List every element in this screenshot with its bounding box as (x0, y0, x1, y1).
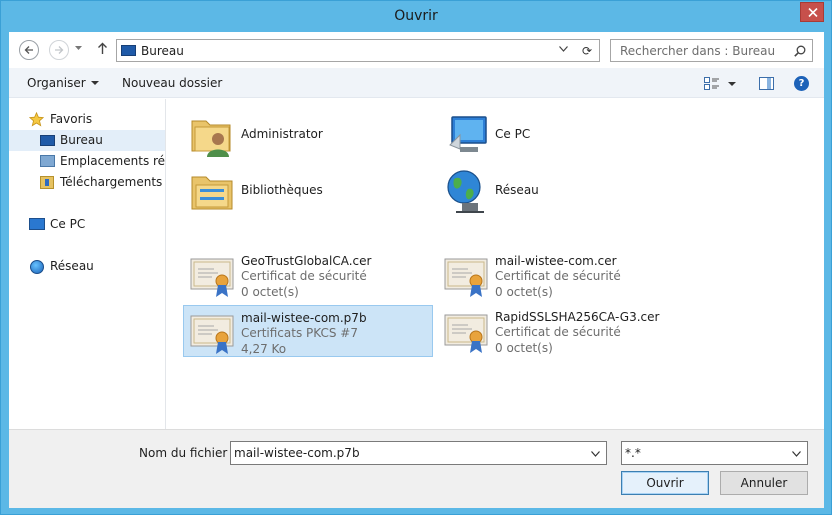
open-file-dialog: Ouvrir Bureau ⟳ Rechercher dans : Bureau (0, 0, 832, 515)
certificate-icon (444, 314, 488, 353)
up-arrow-icon[interactable] (97, 42, 108, 55)
list-item[interactable]: Ce PC (438, 109, 688, 161)
navigation-pane: Favoris Bureau Emplacements récents Télé… (9, 99, 166, 429)
file-size: 0 octet(s) (495, 285, 553, 299)
list-item[interactable]: mail-wistee-com.cer Certificat de sécuri… (438, 249, 688, 301)
dialog-body: Bureau ⟳ Rechercher dans : Bureau Organi… (9, 32, 824, 508)
user-folder-icon (191, 120, 231, 157)
file-list: Administrator Ce PC Bibliothèques Réseau… (167, 99, 824, 429)
sidebar-item-label: Ce PC (50, 217, 86, 231)
organiser-menu[interactable]: Organiser (27, 76, 99, 90)
file-type: Certificat de sécurité (241, 269, 367, 283)
refresh-icon[interactable]: ⟳ (582, 44, 592, 58)
list-item[interactable]: RapidSSLSHA256CA-G3.cer Certificat de sé… (438, 305, 688, 357)
sidebar-item-ce-pc[interactable]: Ce PC (9, 214, 165, 235)
address-row: Bureau ⟳ Rechercher dans : Bureau (9, 32, 824, 68)
file-name: Ce PC (495, 127, 531, 141)
sidebar-item-reseau[interactable]: Réseau (9, 256, 165, 277)
certificate-icon (444, 258, 488, 297)
back-button[interactable] (19, 40, 39, 60)
desktop-icon (121, 45, 136, 56)
title-bar[interactable]: Ouvrir (1, 1, 831, 32)
computer-icon (449, 116, 487, 152)
filename-value: mail-wistee-com.p7b (234, 446, 360, 460)
window-title: Ouvrir (394, 8, 438, 24)
file-name: Réseau (495, 183, 539, 197)
sidebar-item-label: Bureau (60, 133, 103, 147)
address-location: Bureau (141, 44, 184, 58)
file-name: Administrator (241, 127, 323, 141)
list-item-selected[interactable]: mail-wistee-com.p7b Certificats PKCS #7 … (183, 305, 433, 357)
sidebar-item-label: Réseau (50, 259, 94, 273)
file-size: 4,27 Ko (241, 342, 287, 356)
file-name: Bibliothèques (241, 183, 323, 197)
cancel-button[interactable]: Annuler (720, 471, 808, 495)
list-item[interactable]: Administrator (184, 109, 434, 161)
libraries-icon (191, 176, 233, 210)
chevron-down-icon[interactable] (591, 451, 600, 457)
filetype-value: *.* (625, 446, 641, 460)
filename-field[interactable]: mail-wistee-com.p7b (230, 441, 607, 465)
network-icon (30, 260, 44, 274)
sidebar-item-emplacements-recents[interactable]: Emplacements récents (9, 151, 166, 172)
forward-button[interactable] (49, 40, 69, 60)
view-menu-chevron-icon[interactable] (728, 82, 736, 86)
file-type: Certificats PKCS #7 (241, 326, 358, 340)
recent-locations-chevron-icon[interactable] (75, 46, 82, 51)
file-name: RapidSSLSHA256CA-G3.cer (495, 310, 660, 324)
desktop-icon (40, 135, 55, 146)
file-type: Certificat de sécurité (495, 269, 621, 283)
sidebar-item-bureau[interactable]: Bureau (9, 130, 165, 151)
help-icon[interactable]: ? (794, 76, 809, 91)
sidebar-item-telechargements[interactable]: Téléchargements (9, 172, 165, 193)
chevron-down-icon (792, 451, 801, 457)
network-globe-icon (447, 170, 484, 213)
star-icon (29, 112, 44, 127)
close-icon (808, 8, 818, 17)
sidebar-item-label: Emplacements récents (60, 154, 166, 168)
view-options-icon[interactable] (704, 77, 720, 90)
list-item[interactable]: GeoTrustGlobalCA.cer Certificat de sécur… (184, 249, 434, 301)
sidebar-item-label: Téléchargements (60, 175, 163, 189)
chevron-down-icon (90, 81, 99, 85)
sidebar-item-label: Favoris (50, 112, 93, 126)
open-button[interactable]: Ouvrir (621, 471, 709, 495)
computer-icon (29, 218, 45, 230)
file-name: mail-wistee-com.p7b (241, 311, 367, 325)
file-size: 0 octet(s) (495, 341, 553, 355)
arrow-right-icon (55, 46, 64, 54)
search-icon[interactable] (794, 45, 806, 57)
search-input[interactable]: Rechercher dans : Bureau (610, 39, 813, 62)
file-type: Certificat de sécurité (495, 325, 621, 339)
file-size: 0 octet(s) (241, 285, 299, 299)
preview-pane-icon[interactable] (759, 77, 774, 90)
certificate-icon (190, 258, 234, 297)
recent-places-icon (40, 155, 55, 167)
close-button[interactable] (800, 2, 824, 22)
arrow-left-icon (24, 46, 33, 54)
filetype-select[interactable]: *.* (621, 441, 808, 465)
file-name: mail-wistee-com.cer (495, 254, 617, 268)
address-bar[interactable]: Bureau ⟳ (116, 39, 600, 62)
command-bar: Organiser Nouveau dossier ? (9, 68, 824, 98)
sidebar-item-favoris[interactable]: Favoris (9, 109, 165, 130)
dialog-footer: Nom du fichier : mail-wistee-com.p7b *.*… (9, 429, 824, 508)
organiser-label: Organiser (27, 76, 86, 90)
certificate-icon (190, 315, 234, 354)
list-item[interactable]: Réseau (438, 165, 688, 217)
file-name: GeoTrustGlobalCA.cer (241, 254, 372, 268)
list-item[interactable]: Bibliothèques (184, 165, 434, 217)
search-placeholder: Rechercher dans : Bureau (620, 44, 776, 58)
filename-label: Nom du fichier : (139, 446, 236, 460)
downloads-icon (40, 176, 54, 189)
new-folder-button[interactable]: Nouveau dossier (122, 76, 222, 90)
chevron-down-icon[interactable] (559, 46, 568, 52)
